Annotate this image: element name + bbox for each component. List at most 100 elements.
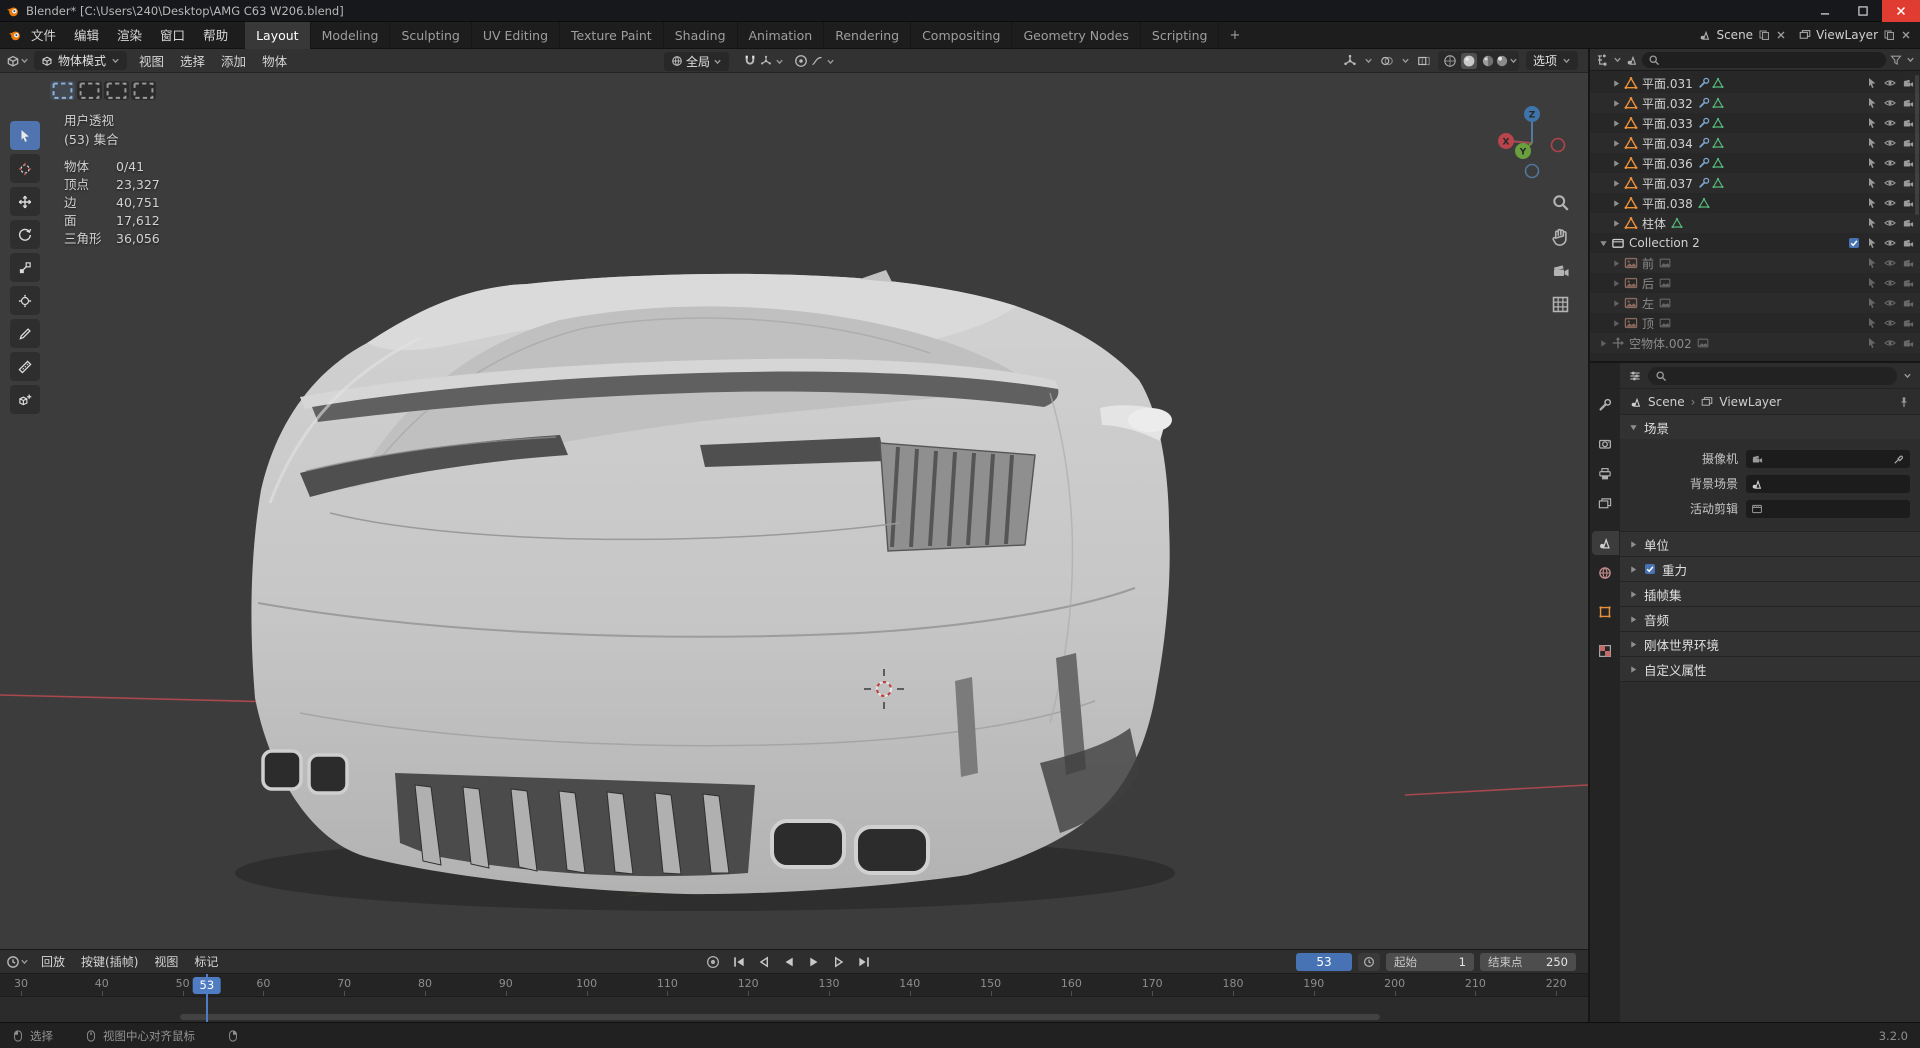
show-gizmo-icon[interactable] <box>1343 54 1357 68</box>
outliner-row[interactable]: 空物体.002 <box>1590 333 1920 353</box>
menu-3[interactable]: 窗口 <box>151 22 194 49</box>
workspace-tab-geometry-nodes[interactable]: Geometry Nodes <box>1012 21 1141 49</box>
outliner-row[interactable]: 平面.038 <box>1590 193 1920 213</box>
snap-target-icon[interactable] <box>760 55 772 67</box>
expand-arrow-icon[interactable] <box>1609 119 1624 128</box>
expand-arrow-icon[interactable] <box>1609 319 1624 328</box>
menu-1[interactable]: 编辑 <box>65 22 108 49</box>
menu-0[interactable]: 文件 <box>22 22 65 49</box>
maximize-button[interactable] <box>1844 0 1882 22</box>
key-next-button[interactable] <box>827 952 851 972</box>
timeline-menu-0[interactable]: 回放 <box>33 953 73 970</box>
outliner-row[interactable]: 后 <box>1590 273 1920 293</box>
properties-tab-object[interactable] <box>1592 600 1619 624</box>
expand-arrow-icon[interactable] <box>1609 159 1624 168</box>
proportional-edit-toggle[interactable] <box>794 54 835 68</box>
expand-arrow-icon[interactable] <box>1596 239 1611 248</box>
timeline-scrollbar[interactable] <box>180 1014 1380 1020</box>
tool-cursor[interactable] <box>10 154 40 183</box>
expand-arrow-icon[interactable] <box>1609 299 1624 308</box>
workspace-tab-modeling[interactable]: Modeling <box>311 21 391 49</box>
properties-tab-tool[interactable] <box>1592 393 1619 417</box>
properties-tab-texture[interactable] <box>1592 639 1619 663</box>
panel-header-1[interactable]: 单位 <box>1620 532 1920 556</box>
viewport-menu-0[interactable]: 视图 <box>131 51 172 70</box>
chevron-down-icon[interactable] <box>1364 56 1373 65</box>
workspace-tab-texture-paint[interactable]: Texture Paint <box>560 21 664 49</box>
preview-range-button[interactable] <box>1358 952 1380 971</box>
panel-header-4[interactable]: 音频 <box>1620 607 1920 631</box>
properties-tab-output[interactable] <box>1592 462 1619 486</box>
add-workspace-button[interactable]: + <box>1219 22 1250 49</box>
outliner-search[interactable] <box>1642 51 1886 68</box>
outliner-row[interactable]: 平面.033 <box>1590 113 1920 133</box>
pin-icon[interactable] <box>1898 396 1910 408</box>
outliner-row[interactable]: 平面.032 <box>1590 93 1920 113</box>
play-rev-button[interactable] <box>777 952 801 972</box>
show-overlays-icon[interactable] <box>1380 54 1394 68</box>
filter-funnel-icon[interactable] <box>1890 54 1902 66</box>
current-frame-field[interactable]: 53 <box>1296 952 1352 971</box>
expand-arrow-icon[interactable] <box>1609 219 1624 228</box>
timeline-menu-2[interactable]: 视图 <box>146 953 186 970</box>
car-model[interactable] <box>251 270 1172 895</box>
outliner-scrollbar[interactable] <box>1915 75 1919 215</box>
workspace-tab-rendering[interactable]: Rendering <box>824 21 912 49</box>
zoom-icon[interactable] <box>1551 193 1570 212</box>
panel-header-6[interactable]: 自定义属性 <box>1620 657 1920 681</box>
shading-solid-button[interactable] <box>1460 52 1477 69</box>
shading-wireframe-button[interactable] <box>1442 53 1458 69</box>
workspace-tab-layout[interactable]: Layout <box>245 21 311 49</box>
expand-arrow-icon[interactable] <box>1609 139 1624 148</box>
pan-hand-icon[interactable] <box>1551 227 1570 246</box>
scene-selector[interactable]: Scene <box>1699 28 1787 42</box>
tool-scale[interactable] <box>10 253 40 282</box>
outliner-row[interactable]: 平面.036 <box>1590 153 1920 173</box>
viewport-menu-2[interactable]: 添加 <box>213 51 254 70</box>
outliner-row[interactable]: 柱体 <box>1590 213 1920 233</box>
navigation-gizmo[interactable]: Z X Y <box>1490 101 1574 185</box>
breadcrumb-scene[interactable]: Scene <box>1648 395 1685 409</box>
expand-arrow-icon[interactable] <box>1609 79 1624 88</box>
play-button[interactable] <box>802 952 826 972</box>
expand-arrow-icon[interactable] <box>1596 339 1611 348</box>
timeline-ruler[interactable]: 30 40 50 60 70 80 90 100 110 120 130 140… <box>0 974 1588 997</box>
unlink-scene-icon[interactable] <box>1775 29 1787 41</box>
mode-dropdown[interactable]: 物体模式 <box>34 51 128 70</box>
timeline-track-area[interactable] <box>0 997 1588 1023</box>
new-viewlayer-icon[interactable] <box>1883 29 1895 41</box>
key-prev-button[interactable] <box>752 952 776 972</box>
expand-arrow-icon[interactable] <box>1609 199 1624 208</box>
properties-tab-viewlayer[interactable] <box>1592 492 1619 516</box>
expand-arrow-icon[interactable] <box>1609 99 1624 108</box>
panel-header-5[interactable]: 刚体世界环境 <box>1620 632 1920 656</box>
close-button[interactable] <box>1882 0 1920 22</box>
viewport-menu-3[interactable]: 物体 <box>254 51 295 70</box>
new-scene-icon[interactable] <box>1758 29 1770 41</box>
outliner-row[interactable]: 顶 <box>1590 313 1920 333</box>
tool-transform[interactable] <box>10 286 40 315</box>
tool-annotate[interactable] <box>10 319 40 348</box>
field-input-0-1[interactable] <box>1746 474 1910 493</box>
panel-header-3[interactable]: 插帧集 <box>1620 582 1920 606</box>
expand-arrow-icon[interactable] <box>1609 179 1624 188</box>
outliner-row[interactable]: 平面.034 <box>1590 133 1920 153</box>
playhead-frame-badge[interactable]: 53 <box>192 977 222 994</box>
viewport-3d[interactable]: 用户透视 (53) 集合 物体 0/41 顶点 23,327 边 40,751 面 17,61… <box>0 73 1588 949</box>
outliner-row[interactable]: 平面.031 <box>1590 73 1920 93</box>
ortho-grid-icon[interactable] <box>1551 295 1570 314</box>
editor-type-3d-icon[interactable] <box>6 54 20 68</box>
properties-search-input[interactable] <box>1672 368 1890 383</box>
select-mode-1[interactable] <box>77 81 102 100</box>
minimize-button[interactable] <box>1806 0 1844 22</box>
viewport-menu-1[interactable]: 选择 <box>172 51 213 70</box>
frame-end-field[interactable]: 结束点 250 <box>1480 952 1576 971</box>
menu-4[interactable]: 帮助 <box>194 22 237 49</box>
workspace-tab-animation[interactable]: Animation <box>738 21 825 49</box>
workspace-tab-sculpting[interactable]: Sculpting <box>390 21 472 49</box>
remove-viewlayer-icon[interactable] <box>1900 29 1912 41</box>
editor-type-outliner-icon[interactable] <box>1595 53 1609 67</box>
outliner-row[interactable]: 平面.037 <box>1590 173 1920 193</box>
menu-2[interactable]: 渲染 <box>108 22 151 49</box>
properties-tab-world[interactable] <box>1592 561 1619 585</box>
